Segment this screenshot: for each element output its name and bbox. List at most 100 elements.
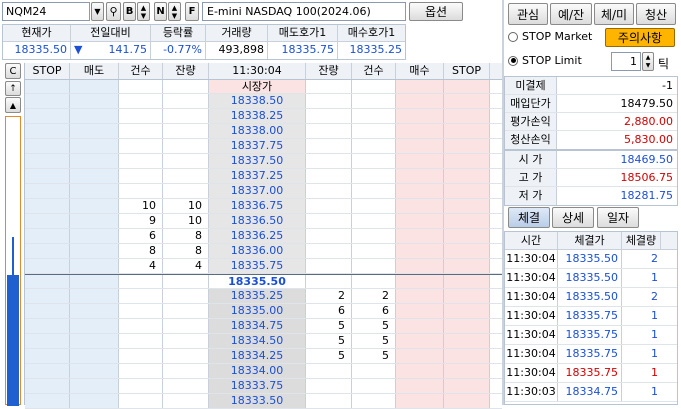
market-price-cell[interactable]: 시장가	[209, 80, 306, 93]
stop-limit-option[interactable]: STOP Limit	[508, 54, 582, 67]
stop-sell-cell[interactable]	[25, 109, 70, 123]
b-spin-icon[interactable]: ▲ ▼	[137, 2, 150, 21]
sell-cell[interactable]	[70, 214, 119, 228]
tab-fills[interactable]: 체/미	[594, 3, 634, 25]
search-icon[interactable]: ⚲	[106, 2, 121, 21]
sell-cell[interactable]	[70, 169, 119, 183]
stop-sell-cell[interactable]	[25, 124, 70, 138]
subtab-fills[interactable]: 체결	[508, 207, 550, 228]
sell-cell[interactable]	[70, 289, 119, 303]
stop-sell-cell[interactable]	[25, 259, 70, 273]
stop-buy-cell[interactable]	[444, 229, 490, 243]
tab-liquidate[interactable]: 청산	[636, 3, 676, 25]
stop-buy-cell[interactable]	[444, 109, 490, 123]
buy-cell[interactable]	[396, 139, 444, 153]
stop-sell-cell[interactable]	[25, 379, 70, 393]
scroll-top-icon[interactable]: ▲	[5, 97, 21, 113]
stop-sell-cell[interactable]	[25, 304, 70, 318]
stop-sell-cell[interactable]	[25, 139, 70, 153]
symbol-dropdown-button[interactable]: ▼	[91, 2, 104, 21]
stop-sell-cell[interactable]	[25, 334, 70, 348]
stop-buy-cell[interactable]	[444, 139, 490, 153]
price-cell[interactable]: 18335.00	[209, 304, 306, 318]
buy-cell[interactable]	[396, 169, 444, 183]
sell-cell[interactable]	[70, 379, 119, 393]
price-cell[interactable]: 18337.25	[209, 169, 306, 183]
stop-sell-cell[interactable]	[25, 214, 70, 228]
price-cell[interactable]: 18337.50	[209, 154, 306, 168]
buy-cell[interactable]	[396, 199, 444, 213]
sell-cell[interactable]	[70, 259, 119, 273]
buy-cell[interactable]	[396, 275, 444, 288]
tab-watch[interactable]: 관심	[508, 3, 548, 25]
stop-buy-cell[interactable]	[444, 289, 490, 303]
buy-cell[interactable]	[396, 244, 444, 258]
buy-cell[interactable]	[396, 319, 444, 333]
tick-input[interactable]: 1	[611, 52, 641, 71]
stop-buy-cell[interactable]	[444, 169, 490, 183]
stop-buy-cell[interactable]	[444, 154, 490, 168]
buy-cell[interactable]	[396, 124, 444, 138]
buy-cell[interactable]	[396, 289, 444, 303]
price-cell[interactable]: 18337.75	[209, 139, 306, 153]
stop-market-option[interactable]: STOP Market	[508, 30, 592, 43]
price-cell[interactable]: 18336.25	[209, 229, 306, 243]
f-button[interactable]: F	[185, 2, 199, 21]
stop-buy-cell[interactable]	[444, 319, 490, 333]
notice-button[interactable]: 주의사항	[605, 28, 675, 47]
price-cell[interactable]: 18334.75	[209, 319, 306, 333]
stop-buy-cell[interactable]	[444, 214, 490, 228]
stop-buy-cell[interactable]	[444, 94, 490, 108]
buy-cell[interactable]	[396, 334, 444, 348]
stop-sell-cell[interactable]	[25, 319, 70, 333]
stop-sell-cell[interactable]	[25, 229, 70, 243]
sell-cell[interactable]	[70, 334, 119, 348]
sell-cell[interactable]	[70, 94, 119, 108]
buy-cell[interactable]	[396, 154, 444, 168]
buy-cell[interactable]	[396, 259, 444, 273]
price-cell[interactable]: 18336.75	[209, 199, 306, 213]
stop-buy-cell[interactable]	[444, 364, 490, 378]
sell-cell[interactable]	[70, 229, 119, 243]
sell-cell[interactable]	[70, 394, 119, 408]
price-cell[interactable]: 18338.00	[209, 124, 306, 138]
c-button[interactable]: C	[5, 63, 21, 79]
price-cell[interactable]: 18338.25	[209, 109, 306, 123]
stop-buy-cell[interactable]	[444, 275, 490, 288]
price-cell[interactable]: 18335.75	[209, 259, 306, 273]
subtab-detail[interactable]: 상세	[552, 207, 594, 228]
sell-cell[interactable]	[70, 139, 119, 153]
price-cell[interactable]: 18334.00	[209, 364, 306, 378]
b-button[interactable]: B	[123, 2, 136, 21]
buy-cell[interactable]	[396, 304, 444, 318]
stop-buy-cell[interactable]	[444, 259, 490, 273]
stop-buy-cell[interactable]	[444, 304, 490, 318]
sell-cell[interactable]	[70, 244, 119, 258]
price-cell[interactable]: 18336.00	[209, 244, 306, 258]
stop-sell-cell[interactable]	[25, 94, 70, 108]
price-cell[interactable]: 18333.75	[209, 379, 306, 393]
stop-buy-cell[interactable]	[444, 244, 490, 258]
sell-cell[interactable]	[70, 184, 119, 198]
stop-sell-cell[interactable]	[25, 154, 70, 168]
price-cell[interactable]: 18334.25	[209, 349, 306, 363]
stop-sell-cell[interactable]	[25, 169, 70, 183]
price-cell[interactable]: 18337.00	[209, 184, 306, 198]
sell-cell[interactable]	[70, 349, 119, 363]
stop-buy-cell[interactable]	[444, 394, 490, 408]
options-button[interactable]: 옵션	[409, 2, 463, 21]
stop-sell-cell[interactable]	[25, 349, 70, 363]
tab-deposit[interactable]: 예/잔	[550, 3, 592, 25]
price-cell[interactable]: 18338.50	[209, 94, 306, 108]
stop-sell-cell[interactable]	[25, 184, 70, 198]
stop-sell-cell[interactable]	[25, 289, 70, 303]
stop-sell-cell[interactable]	[25, 394, 70, 408]
subtab-daily[interactable]: 일자	[597, 207, 639, 228]
price-cell[interactable]: 18335.25	[209, 289, 306, 303]
buy-cell[interactable]	[396, 214, 444, 228]
buy-cell[interactable]	[396, 184, 444, 198]
buy-cell[interactable]	[396, 349, 444, 363]
sell-cell[interactable]	[70, 319, 119, 333]
price-cell[interactable]: 18335.50	[209, 275, 306, 288]
symbol-input[interactable]: NQM24	[2, 2, 90, 21]
